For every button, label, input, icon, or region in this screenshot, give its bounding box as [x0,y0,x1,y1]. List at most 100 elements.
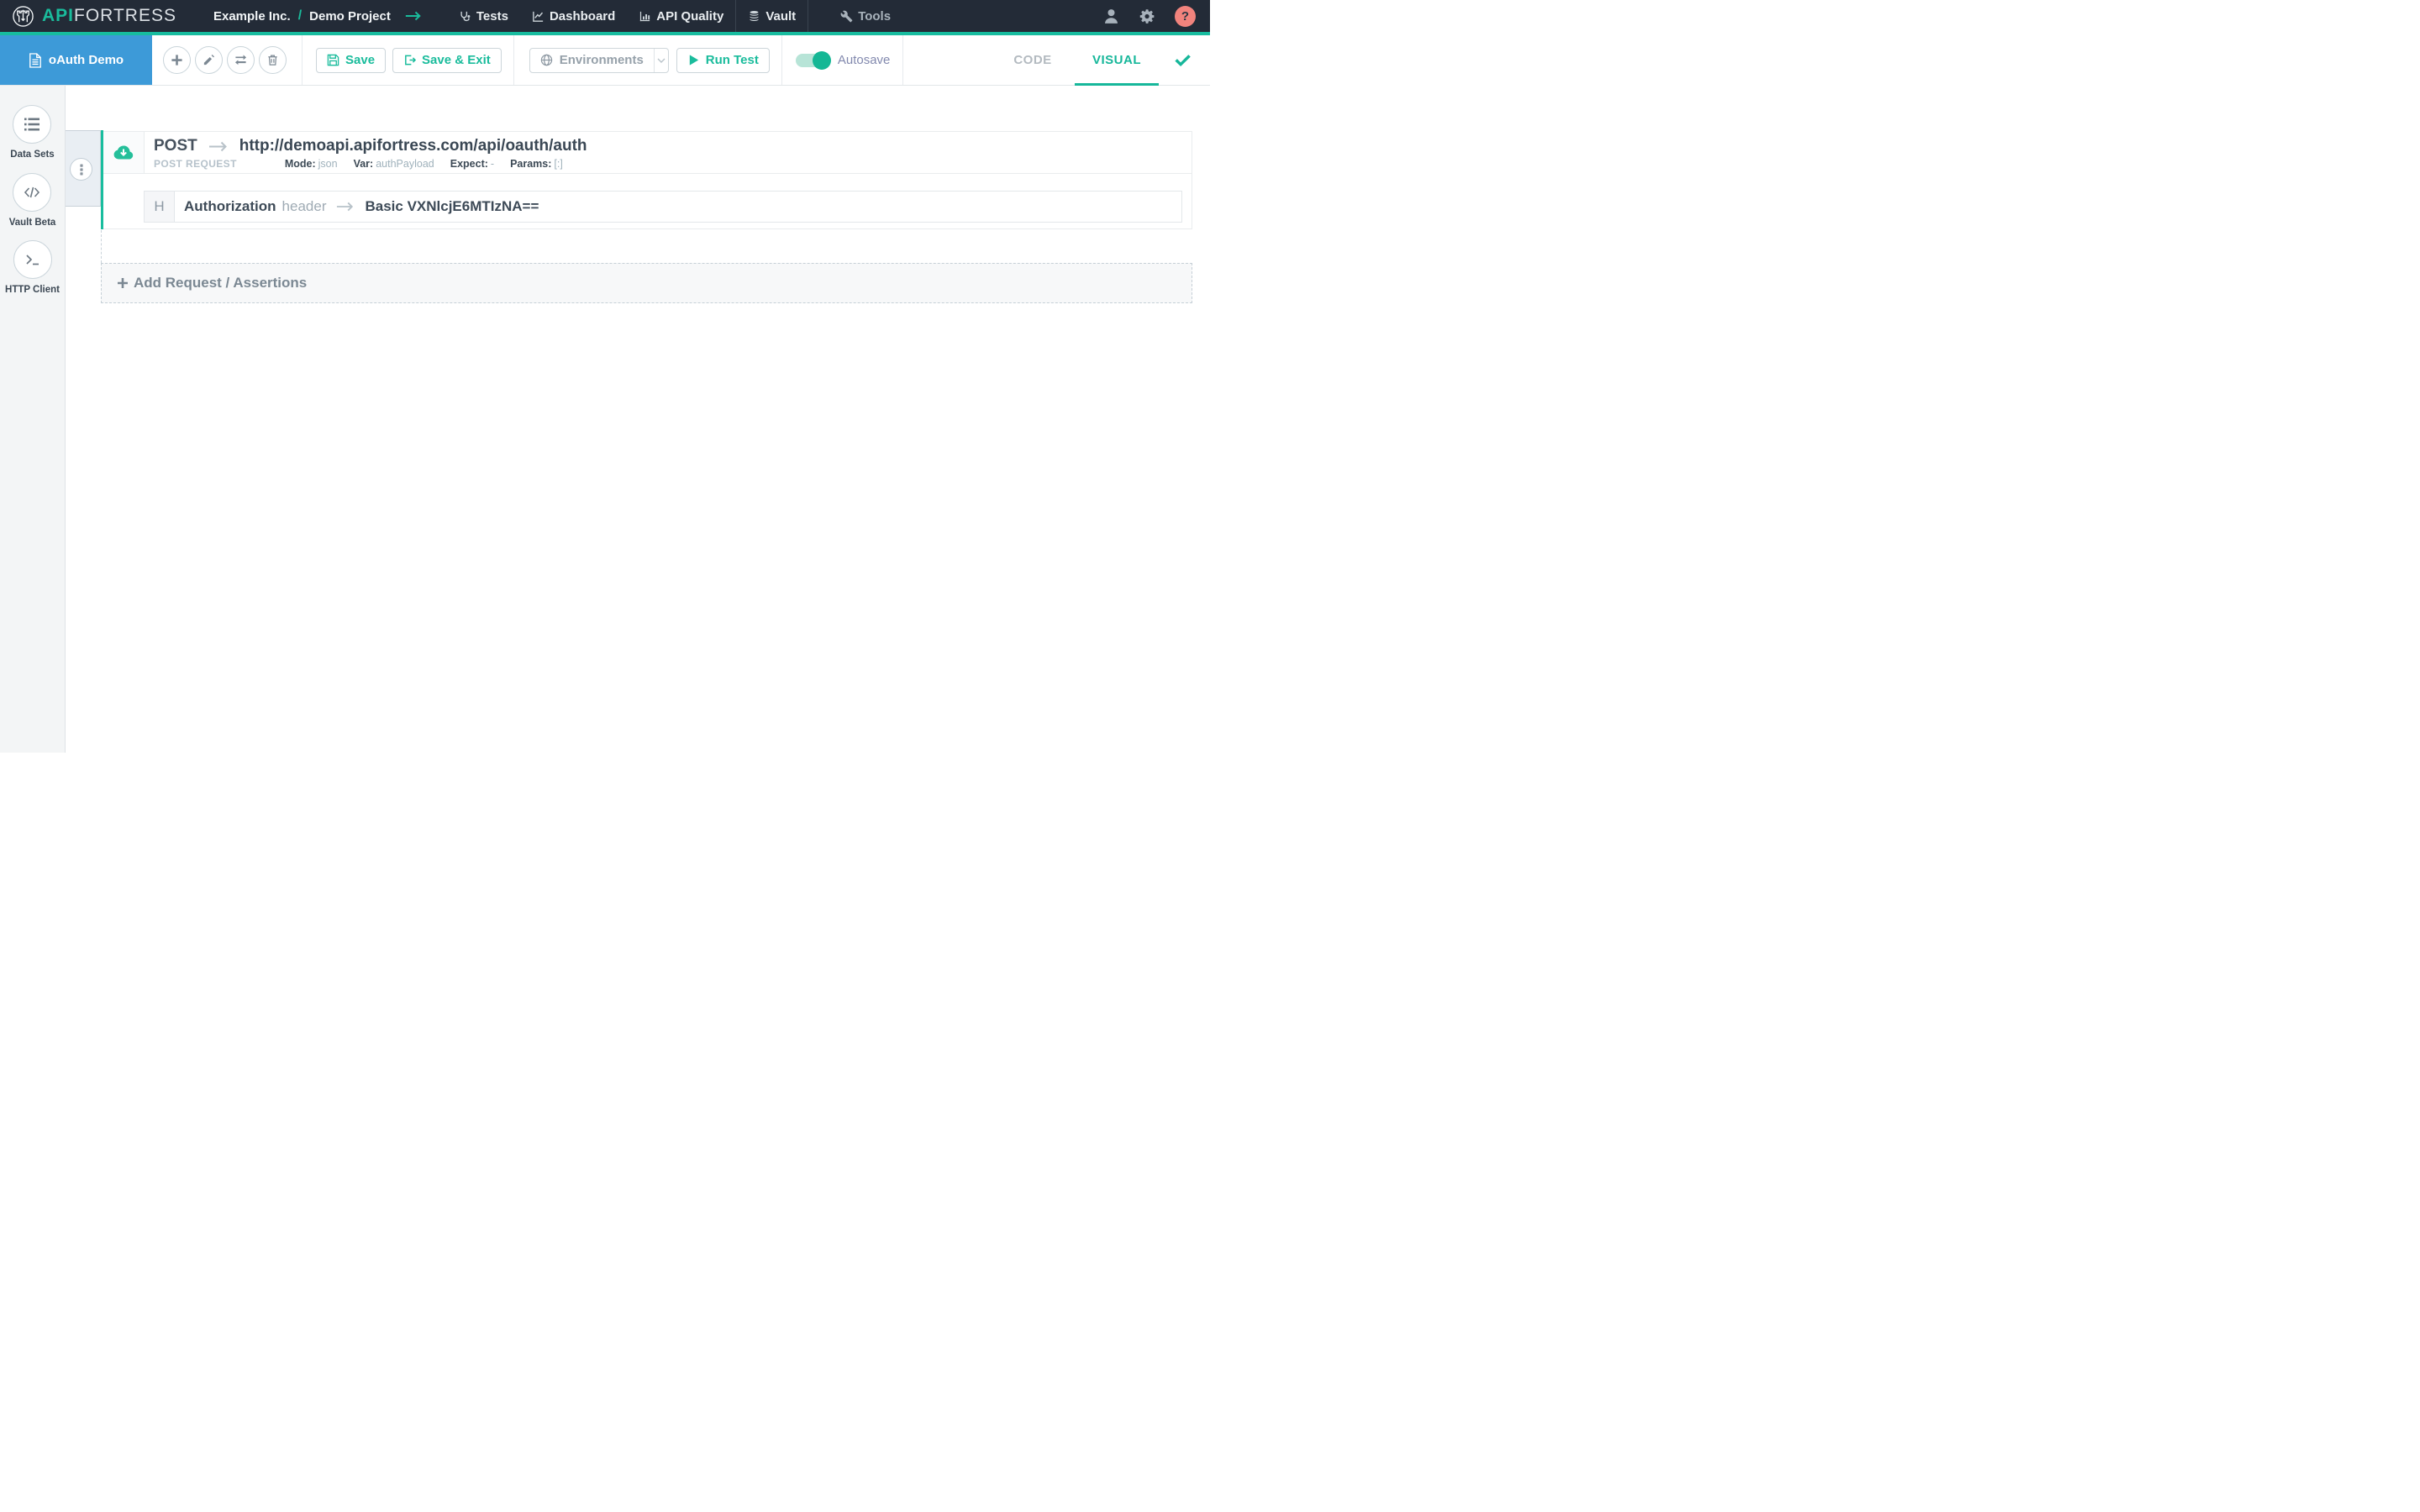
nav-right-icons: ? [1102,0,1210,32]
request-method: POST [154,137,197,155]
validation-check-icon [1173,50,1192,70]
nav-label: Vault [765,9,796,24]
header-kind: header [282,198,327,215]
breadcrumb-company[interactable]: Example Inc. [213,9,291,24]
toolbar-divider [902,35,903,85]
meta-value: json [318,158,338,170]
request-meta: Mode:json Var:authPayload Expect:- Param… [285,158,563,170]
request-type-label: POST REQUEST [154,158,237,170]
composer-canvas: POST http://demoapi.apifortress.com/api/… [66,86,1210,753]
exit-icon [403,54,416,66]
breadcrumb: Example Inc. / Demo Project [213,8,422,24]
arrow-right-icon [405,10,422,22]
help-icon[interactable]: ? [1175,6,1196,27]
http-client-button[interactable] [13,240,52,279]
sidebar-item-data-sets[interactable]: Data Sets [10,105,54,160]
sidebar-item-vault-beta[interactable]: Vault Beta [9,173,56,228]
run-test-button[interactable]: Run Test [676,48,770,73]
request-icon-cell [103,132,145,173]
edit-component-button[interactable] [195,46,223,74]
content-area: Data Sets Vault Beta HTTP Client [0,86,1210,753]
sidebar-item-label: HTTP Client [5,285,60,296]
help-glyph: ? [1181,9,1189,24]
sidebar-item-label: Data Sets [10,150,54,160]
test-tab-oauth-demo[interactable]: oAuth Demo [0,35,152,85]
nav-item-tests[interactable]: Tests [447,0,520,32]
save-button[interactable]: Save [316,48,386,73]
left-sidebar: Data Sets Vault Beta HTTP Client [0,86,66,753]
stethoscope-icon [459,10,471,23]
save-exit-button[interactable]: Save & Exit [392,48,502,73]
fortress-logo-icon [12,5,34,28]
plus-icon [171,54,183,66]
add-request-assertions-button[interactable]: Add Request / Assertions [101,263,1192,303]
header-row-authorization[interactable]: H Authorization header Basic VXNlcjE6MTI… [144,191,1182,223]
environments-main: Environments [530,49,654,72]
run-test-label: Run Test [706,53,759,67]
cloud-download-icon [113,142,134,164]
add-component-button[interactable] [163,46,191,74]
header-badge: H [145,192,175,222]
environments-dropdown[interactable]: Environments [529,48,669,73]
line-chart-icon [532,10,544,23]
terminal-icon [24,251,41,268]
code-icon [24,184,40,201]
meta-value: authPayload [376,158,434,170]
user-icon[interactable] [1102,8,1120,25]
nav-item-vault[interactable]: Vault [736,0,808,32]
bar-chart-icon [639,10,651,23]
toolbar-divider [781,35,782,85]
delete-component-button[interactable] [259,46,287,74]
vault-beta-button[interactable] [13,173,51,212]
composer-toolbar: oAuth Demo Save Save & Exit Environments [0,35,1210,86]
brand-name: APIFORTRESS [42,6,176,26]
autosave-control: Autosave [796,53,891,67]
chevron-down-icon [657,56,666,65]
test-tab-label: oAuth Demo [49,53,124,67]
meta-value: [:] [554,158,562,170]
request-url: http://demoapi.apifortress.com/api/oauth… [239,137,587,155]
pencil-icon [203,54,215,66]
header-value: Basic VXNlcjE6MTIzNA== [365,198,539,215]
breadcrumb-project[interactable]: Demo Project [309,9,391,24]
nav-item-api-quality[interactable]: API Quality [627,0,735,32]
play-icon [687,54,700,66]
environments-label: Environments [560,53,644,67]
swap-component-button[interactable] [227,46,255,74]
request-summary: POST http://demoapi.apifortress.com/api/… [145,132,587,173]
header-name: Authorization [184,198,276,215]
meta-value: - [491,158,494,170]
nav-item-tools[interactable]: Tools [829,0,902,32]
component-menu-button[interactable] [70,158,92,181]
tab-code[interactable]: CODE [991,35,1075,85]
environments-caret[interactable] [654,49,668,72]
autosave-toggle[interactable] [796,54,829,67]
nav-menu: Tests Dashboard API Quality Vault Tools [447,0,902,32]
brand-logo[interactable]: APIFORTRESS [12,5,176,28]
floppy-icon [327,54,339,66]
list-icon [24,116,40,133]
sidebar-item-label: Vault Beta [9,218,56,228]
toolbar-divider [513,35,514,85]
top-nav: APIFORTRESS Example Inc. / Demo Project … [0,0,1210,35]
component-actions [163,46,287,74]
breadcrumb-separator: / [298,8,302,24]
sidebar-item-http-client[interactable]: HTTP Client [5,240,60,296]
wrench-icon [840,10,853,23]
trash-icon [266,54,279,66]
plus-icon [117,277,129,289]
swap-icon [234,54,247,66]
arrow-right-icon [208,140,229,153]
gear-icon[interactable] [1139,8,1156,25]
autosave-label: Autosave [838,53,891,67]
request-row[interactable]: POST http://demoapi.apifortress.com/api/… [103,132,1192,174]
dots-vertical-icon [80,164,83,176]
add-request-label: Add Request / Assertions [134,275,307,291]
meta-label: Var: [354,158,374,170]
data-sets-button[interactable] [13,105,51,144]
nav-label: Tools [858,9,891,24]
save-label: Save [345,53,375,67]
globe-icon [540,54,553,66]
tab-visual[interactable]: VISUAL [1075,35,1159,85]
nav-item-dashboard[interactable]: Dashboard [520,0,627,32]
